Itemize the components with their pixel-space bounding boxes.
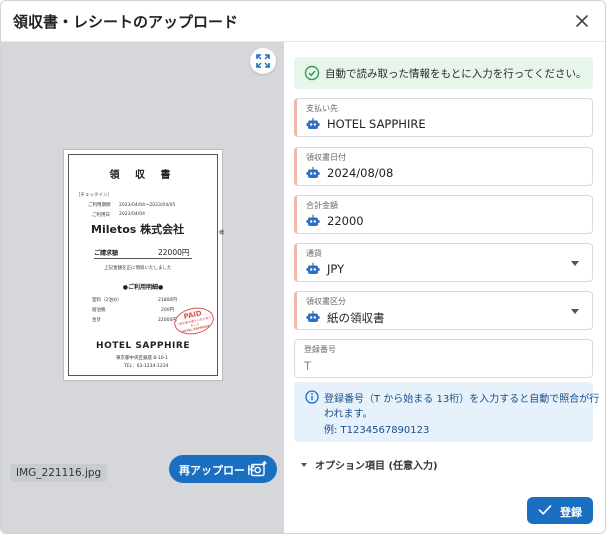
register-button[interactable]: 登録 (527, 497, 593, 524)
receipt-date-field[interactable]: 領収書日付 2024/08/08 (294, 147, 593, 186)
dialog-title: 領収書・レシートのアップロード (13, 13, 239, 31)
receipt-type-label: 領収書区分 (306, 297, 346, 306)
filename-badge: IMG_221116.jpg (10, 464, 108, 482)
robot-icon (306, 214, 320, 226)
receipt-date-label: 領収書日付 (306, 153, 346, 162)
autofill-notice: 自動で読み取った情報をもとに入力を行ってください。 (294, 57, 593, 89)
receipt-period-value: 2023/04/04～2023/04/05 (119, 203, 176, 208)
receipt-hotel-name: HOTEL SAPPHIRE (96, 341, 190, 351)
receipt-checkin-label: ［チェックイン］ (76, 193, 112, 198)
total-amount-field[interactable]: 合計金額 22000 (294, 195, 593, 234)
close-button[interactable] (571, 10, 593, 32)
registration-number-input[interactable]: T (304, 359, 311, 373)
receipt-line-value: 200円 (161, 308, 175, 313)
robot-icon (306, 166, 320, 178)
dropdown-caret-icon[interactable] (571, 309, 579, 314)
receipt-line-label: 宿泊税 (92, 308, 106, 313)
info-line-1: 登録番号（T から始まる 13桁）を入力すると自動で照合が行 (324, 394, 600, 405)
receipt-line-value: 21800円 (158, 298, 177, 303)
robot-icon (306, 262, 320, 274)
total-amount-label: 合計金額 (306, 201, 338, 210)
receipt-billing-amount: 22000円 (158, 248, 190, 257)
receipt-date-value: 2023/04/04 (119, 212, 145, 217)
registration-number-field[interactable]: 登録番号 T (294, 339, 593, 378)
optional-fields-toggle[interactable]: オプション項目 (任意入力) (301, 457, 438, 472)
dialog-header: 領収書・レシートのアップロード (1, 1, 605, 42)
caret-down-icon (301, 463, 307, 467)
receipt-type-select[interactable]: 領収書区分 紙の領収書 (294, 291, 593, 330)
receipt-heading: 領 収 書 (109, 170, 177, 181)
optional-fields-label: オプション項目 (任意入力) (315, 461, 438, 472)
autofill-notice-text: 自動で読み取った情報をもとに入力を行ってください。 (325, 68, 587, 80)
currency-value: JPY (327, 262, 345, 276)
receipt-underline (94, 258, 192, 259)
registration-info-box: 登録番号（T から始まる 13桁）を入力すると自動で照合が行 われます。 例: … (294, 382, 599, 442)
payee-value: HOTEL SAPPHIRE (327, 117, 426, 131)
payee-field[interactable]: 支払い先 HOTEL SAPPHIRE (294, 98, 593, 137)
info-example: 例: T1234567890123 (324, 425, 430, 436)
receipt-address: 東京都中央区銀座 8-10-1 (116, 356, 169, 361)
registration-number-label: 登録番号 (304, 345, 336, 354)
reupload-label: 再アップロード (179, 464, 256, 477)
payee-label: 支払い先 (306, 104, 338, 113)
info-line-2: われます。 (324, 409, 373, 420)
check-icon (538, 505, 552, 515)
receipt-tel: TEL：03-1234-1234 (124, 364, 169, 369)
total-amount-value: 22000 (327, 214, 364, 228)
upload-dialog: 領収書・レシートのアップロード 領 収 書 ［チェックイン］ ご利用期間 202… (0, 0, 606, 534)
add-photo-icon (250, 461, 267, 477)
robot-icon (306, 310, 320, 322)
receipt-company: Miletos 株式会社 (91, 223, 185, 236)
robot-icon (306, 117, 320, 129)
close-icon (576, 15, 588, 27)
receipt-date-label: ご利用日 (92, 213, 110, 218)
currency-select[interactable]: 通貨 JPY (294, 243, 593, 282)
reupload-button[interactable]: 再アップロード (169, 455, 277, 483)
receipt-period-label: ご利用期間 (88, 203, 111, 208)
receipt-type-value: 紙の領収書 (327, 311, 385, 325)
receipt-line-label: 合計 (92, 318, 101, 323)
receipt-date-value: 2024/08/08 (327, 166, 394, 180)
register-label: 登録 (560, 506, 582, 519)
receipt-honorific: 様 (219, 230, 225, 236)
currency-label: 通貨 (306, 249, 322, 258)
expand-preview-button[interactable] (250, 48, 276, 74)
receipt-received-note: 上記金額を正に領収いたしました (104, 266, 172, 271)
receipt-line-label: 室料（2泊分） (92, 298, 122, 303)
dropdown-caret-icon[interactable] (571, 261, 579, 266)
receipt-image: 領 収 書 ［チェックイン］ ご利用期間 2023/04/04～2023/04/… (63, 149, 225, 381)
check-circle-icon (304, 65, 320, 81)
receipt-billing-label: ご請求額 (94, 250, 119, 257)
expand-icon (256, 54, 270, 68)
info-icon (305, 390, 319, 404)
receipt-details-heading: ●ご利用明細● (122, 284, 164, 291)
